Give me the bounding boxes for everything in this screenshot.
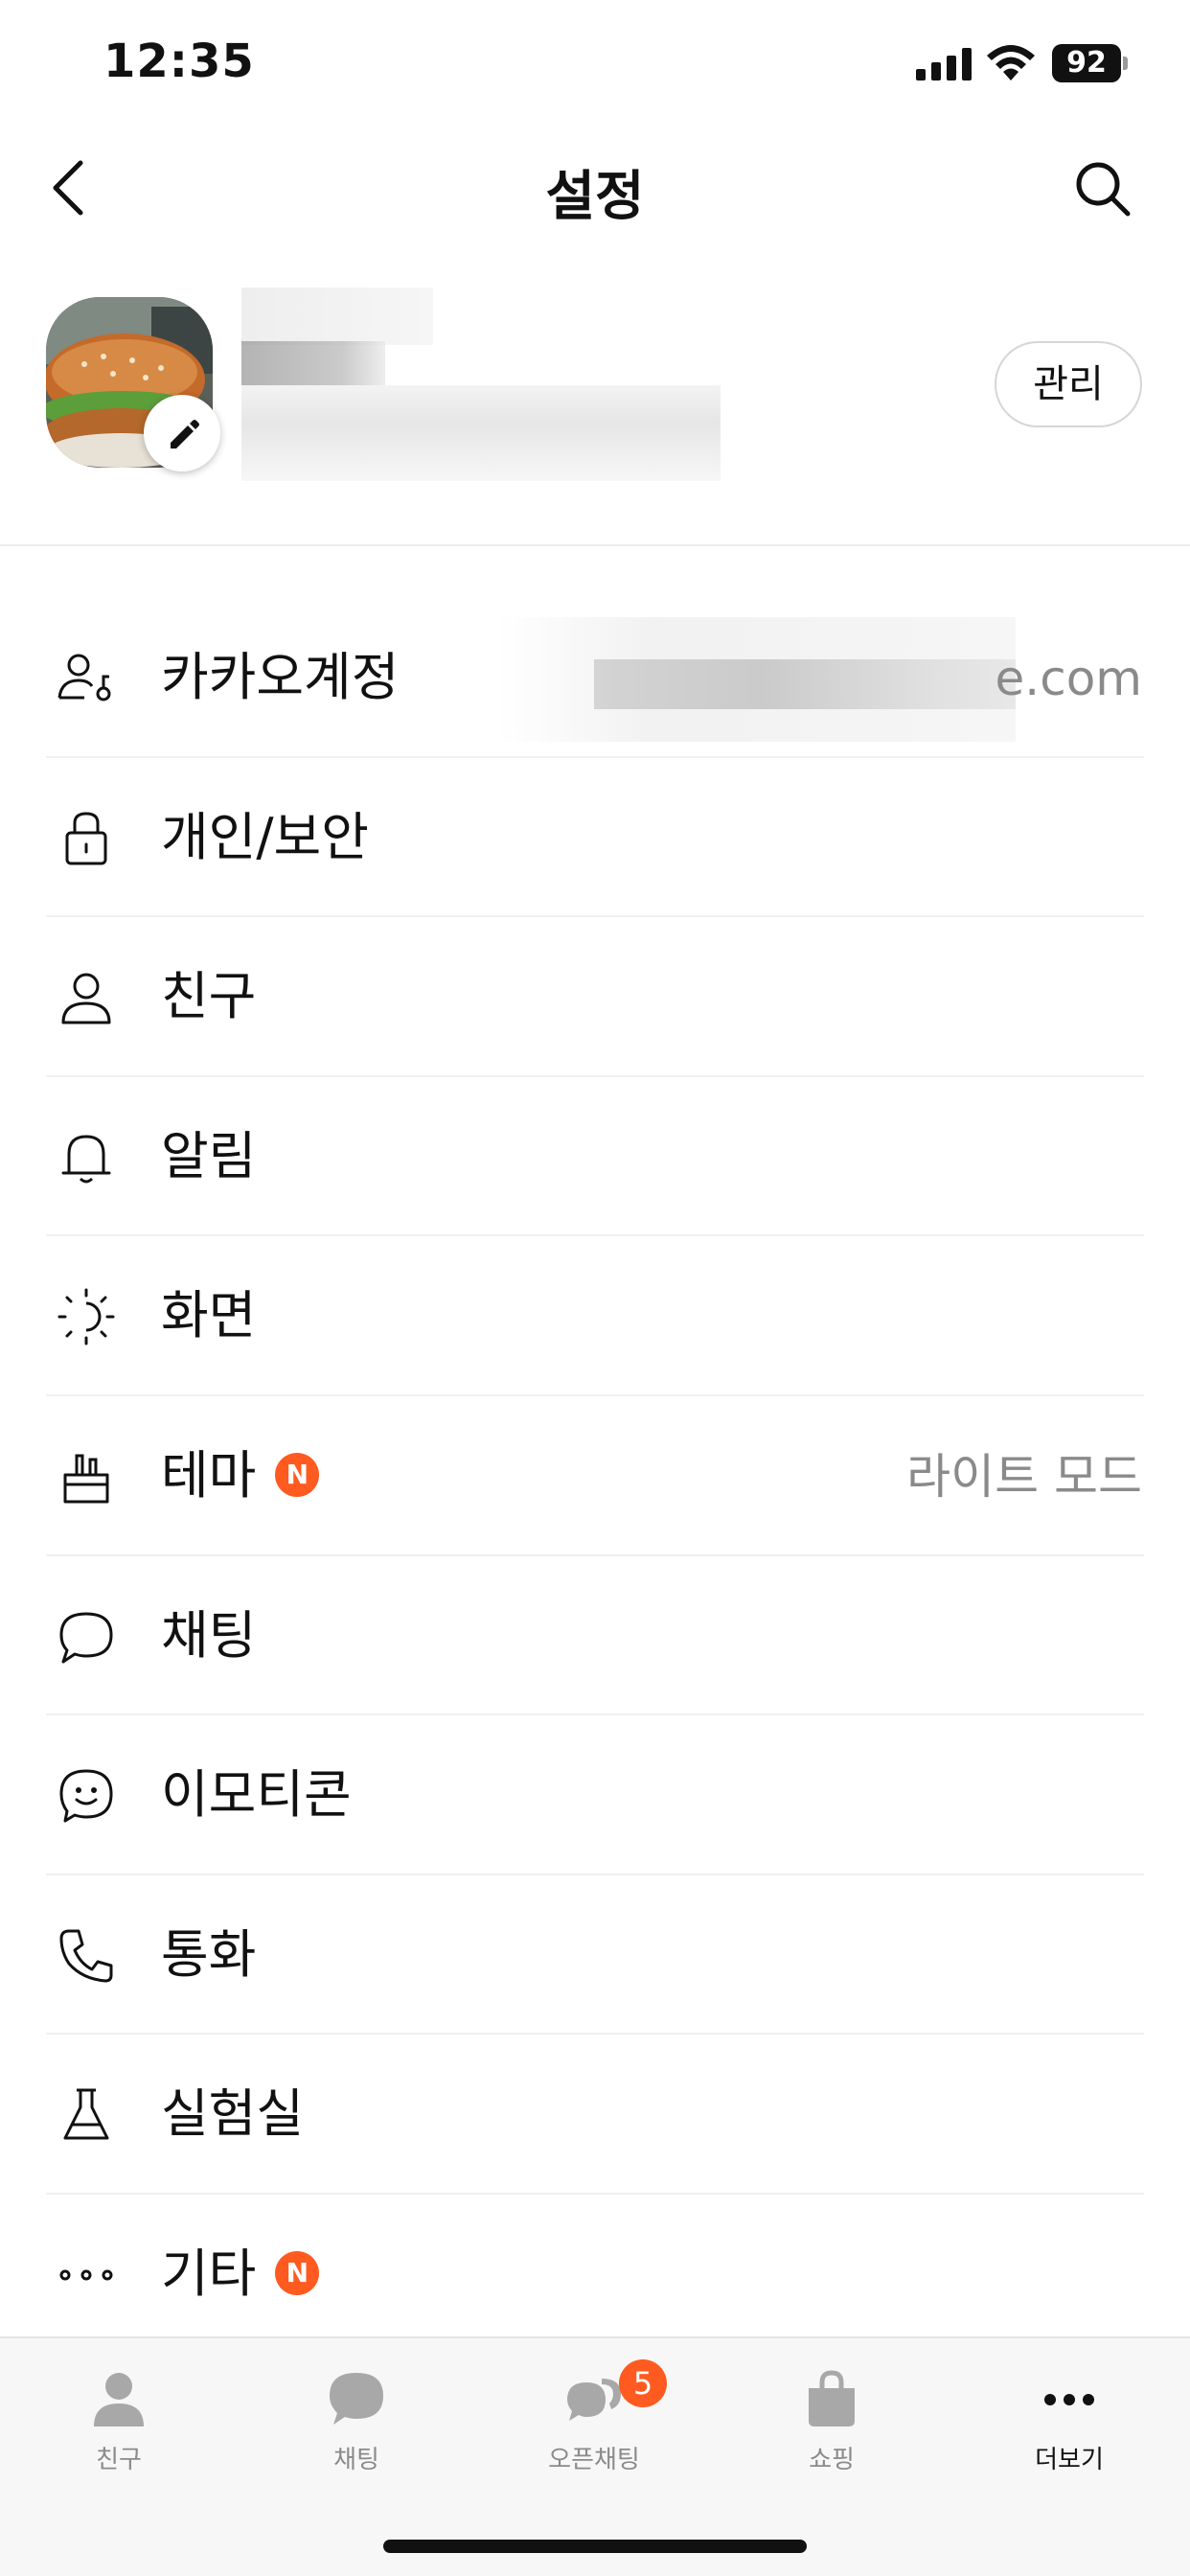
account-key-icon [57,654,111,702]
menu-label-text: 기타 [161,2242,257,2304]
person-icon [61,973,111,1024]
menu-item-theme[interactable]: 테마 N 라이트 모드 [0,1396,1190,1556]
settings-menu: 카카오계정 e.com 개인/보안 친구 알림 화면 테마 N 라이트 모드 채… [0,598,1190,2355]
menu-item-notifications[interactable]: 알림 [0,1077,1190,1237]
tab-label: 채팅 [333,2446,379,2474]
status-bar: 12:35 92 [0,0,1190,125]
edit-profile-button[interactable] [144,395,220,472]
tab-open-chat[interactable]: 5 오픈채팅 [498,2359,690,2476]
menu-item-kakao-account[interactable]: 카카오계정 e.com [0,598,1190,758]
menu-label: 카카오계정 [161,647,400,707]
tab-friends[interactable]: 친구 [23,2361,215,2476]
profile-name-blurred [241,341,385,389]
menu-item-lab[interactable]: 실험실 [0,2035,1190,2195]
tab-chat[interactable]: 채팅 [261,2361,452,2476]
status-time: 12:35 [103,34,255,88]
menu-item-privacy-security[interactable]: 개인/보안 [0,758,1190,918]
menu-label: 알림 [161,1125,257,1186]
tab-label: 친구 [96,2446,142,2474]
profile-blurred-area [241,288,433,345]
account-email-blurred [594,659,1016,709]
lock-icon [65,812,107,865]
phone-icon [59,1929,113,1983]
more-dots-icon [59,2269,113,2281]
menu-item-emoticon[interactable]: 이모티콘 [0,1715,1190,1875]
page-title: 설정 [545,166,645,228]
menu-label-text: 테마 [161,1444,257,1506]
section-divider [0,544,1190,546]
profile-status-blurred [241,385,721,481]
person-filled-icon [94,2373,144,2426]
menu-label: 친구 [161,966,257,1027]
tab-label: 더보기 [1035,2446,1104,2474]
new-badge: N [275,1453,320,1498]
manage-button[interactable]: 관리 [995,341,1142,427]
tab-label: 오픈채팅 [548,2446,640,2474]
tab-label: 쇼핑 [809,2446,855,2474]
search-icon[interactable] [1073,159,1133,218]
menu-label: 테마 N [161,1440,320,1511]
more-horizontal-icon [1044,2394,1094,2405]
menu-item-chat[interactable]: 채팅 [0,1556,1190,1716]
menu-label: 통화 [161,1923,257,1985]
shopping-bag-icon [809,2370,855,2426]
tab-more[interactable]: 더보기 [973,2361,1165,2476]
new-badge: N [275,2251,320,2296]
menu-label: 실험실 [161,2083,305,2145]
open-chat-count-badge: 5 [619,2359,667,2407]
signal-icon [916,48,972,80]
menu-label: 개인/보안 [161,806,369,867]
wifi-icon [987,45,1035,80]
open-chat-icon [567,2379,621,2421]
brightness-icon [57,1288,115,1346]
battery-icon: 92 [1052,44,1129,82]
paintbrush-icon [63,1454,109,1504]
menu-label: 이모티콘 [161,1764,352,1826]
menu-label: 채팅 [161,1604,257,1666]
chat-filled-icon [330,2373,383,2425]
menu-item-etc[interactable]: 기타 N [0,2195,1190,2355]
tab-shopping[interactable]: 쇼핑 [736,2361,927,2476]
bell-icon [61,1135,111,1184]
header: 설정 [0,134,1190,240]
pencil-icon [171,420,199,448]
menu-label: 화면 [161,1285,257,1346]
flask-icon [63,2088,109,2140]
profile-section: 관리 [0,288,1190,489]
menu-value-theme: 라이트 모드 [906,1448,1142,1505]
menu-value-account: e.com [995,651,1142,706]
menu-item-display[interactable]: 화면 [0,1236,1190,1396]
home-indicator [383,2540,807,2553]
menu-label: 기타 N [161,2239,320,2310]
battery-level: 92 [1052,44,1121,82]
emoticon-icon [59,1769,113,1823]
chat-bubble-icon [59,1612,113,1664]
menu-item-call[interactable]: 통화 [0,1875,1190,2036]
menu-item-friends[interactable]: 친구 [0,917,1190,1077]
